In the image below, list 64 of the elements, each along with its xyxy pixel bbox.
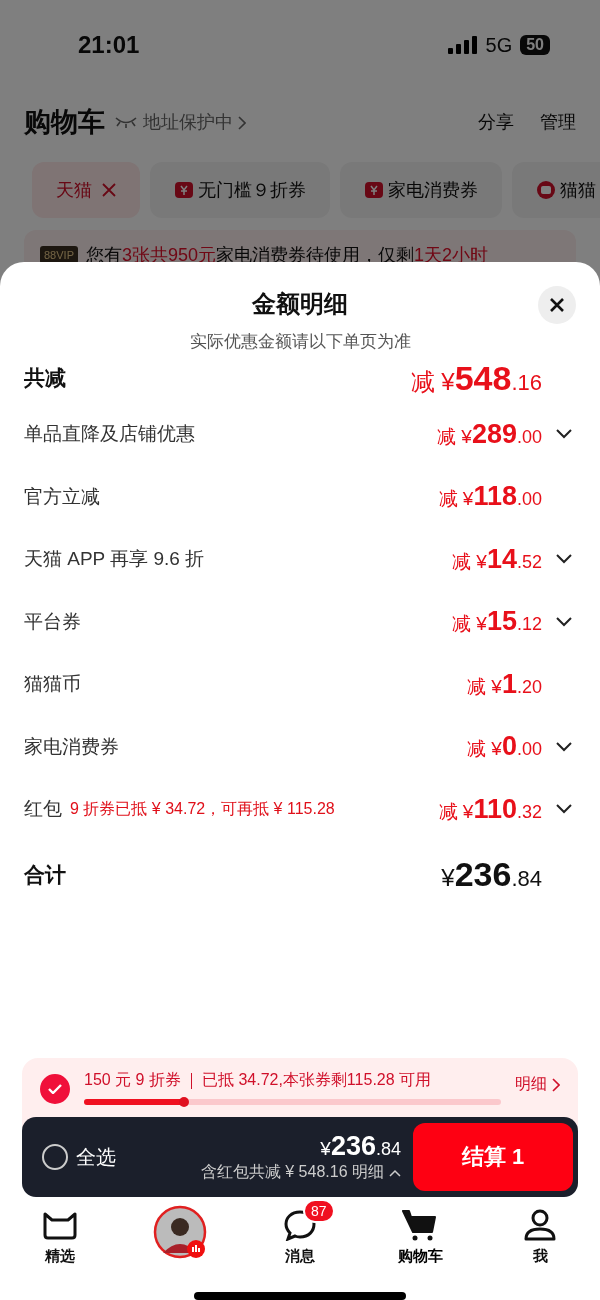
chevron-right-icon xyxy=(238,116,246,131)
filter-chip[interactable]: 猫猫 xyxy=(512,162,600,218)
coupon-detail: 已抵 34.72,本张券剩115.28 可用 xyxy=(201,1070,432,1090)
discount-label: 平台券 xyxy=(24,609,81,634)
tab-bar-item[interactable]: 我 xyxy=(495,1205,585,1266)
header-action[interactable]: 管理 xyxy=(540,110,576,134)
tab-bar-item[interactable]: 精选 xyxy=(15,1205,105,1266)
coupon-name: 150 元 9 折券 xyxy=(84,1070,181,1090)
header-action[interactable]: 分享 xyxy=(478,110,514,134)
coupon-icon xyxy=(364,180,384,200)
discount-label: 猫猫币 xyxy=(24,672,81,697)
sum-label: 合计 xyxy=(24,861,66,888)
sheet-subtitle: 实际优惠金额请以下单页为准 xyxy=(188,331,412,353)
unread-badge: 87 xyxy=(303,1199,335,1223)
discount-label: 红包 xyxy=(24,797,62,822)
address-protection-link[interactable]: 地址保护中 xyxy=(143,110,246,134)
detail-link[interactable]: 明细 xyxy=(515,1074,560,1095)
total-discount-amount: 减 ¥548.16 xyxy=(410,358,542,398)
discount-amount: 减 ¥14.52 xyxy=(452,543,542,575)
chevron-down-icon[interactable] xyxy=(556,616,572,627)
person-icon xyxy=(523,1208,557,1242)
chevron-down-icon[interactable] xyxy=(556,554,572,565)
chevron-right-icon xyxy=(552,1077,560,1092)
chevron-down-icon[interactable] xyxy=(556,429,572,440)
discount-label: 官方立减 xyxy=(24,484,100,509)
filter-chip[interactable]: 无门槛９折券 xyxy=(150,162,330,218)
discount-amount: 减 ¥110.32 xyxy=(438,793,542,825)
discount-label: 家电消费券 xyxy=(24,734,119,759)
discount-label: 单品直降及店铺优惠 xyxy=(24,422,195,447)
chevron-up-icon xyxy=(389,1168,401,1177)
chevron-down-icon[interactable] xyxy=(556,741,572,752)
cat-head-icon xyxy=(42,1210,78,1240)
discount-label: 天猫 APP 再享 9.6 折 xyxy=(24,547,205,572)
chevron-down-icon[interactable] xyxy=(556,804,572,815)
network-label: 5G xyxy=(485,33,513,57)
discount-summary-link[interactable]: 含红包共减 ¥ 548.16 明细 xyxy=(200,1162,401,1183)
discount-amount: 减 ¥289.00 xyxy=(437,418,542,450)
signal-icon xyxy=(447,36,478,54)
checkout-button[interactable]: 结算 1 xyxy=(413,1123,573,1191)
cart-icon xyxy=(402,1208,438,1242)
coupon-icon xyxy=(174,180,194,200)
tab-bar-item[interactable]: 购物车 xyxy=(375,1205,465,1266)
close-icon xyxy=(549,297,565,313)
sheet-title: 金额明细 xyxy=(251,289,349,319)
filter-chip[interactable]: 家电消费券 xyxy=(340,162,502,218)
close-button[interactable] xyxy=(538,286,576,324)
coin-icon xyxy=(536,180,556,200)
progress-thumb xyxy=(179,1097,190,1107)
discount-amount: 减 ¥15.12 xyxy=(452,606,542,638)
sum-amount: ¥236.84 xyxy=(441,855,542,894)
discount-amount: 减 ¥118.00 xyxy=(438,481,542,513)
select-all-checkbox[interactable]: 全选 xyxy=(42,1143,116,1171)
battery-icon: 50 xyxy=(520,35,550,55)
discount-note: 9 折券已抵 ¥ 34.72，可再抵 ¥ 115.28 xyxy=(70,798,335,819)
check-icon[interactable] xyxy=(40,1074,70,1104)
total-discount-label: 共减 xyxy=(24,365,66,391)
status-time: 21:01 xyxy=(78,31,140,59)
closed-eye-icon xyxy=(115,116,137,128)
remove-icon xyxy=(102,183,116,197)
page-title: 购物车 xyxy=(24,106,105,139)
checkout-total: ¥236.84 xyxy=(320,1131,401,1162)
filter-chip[interactable]: 天猫 xyxy=(32,162,140,218)
discount-amount: 减 ¥0.00 xyxy=(467,731,542,763)
discount-amount: 减 ¥1.20 xyxy=(467,668,542,700)
